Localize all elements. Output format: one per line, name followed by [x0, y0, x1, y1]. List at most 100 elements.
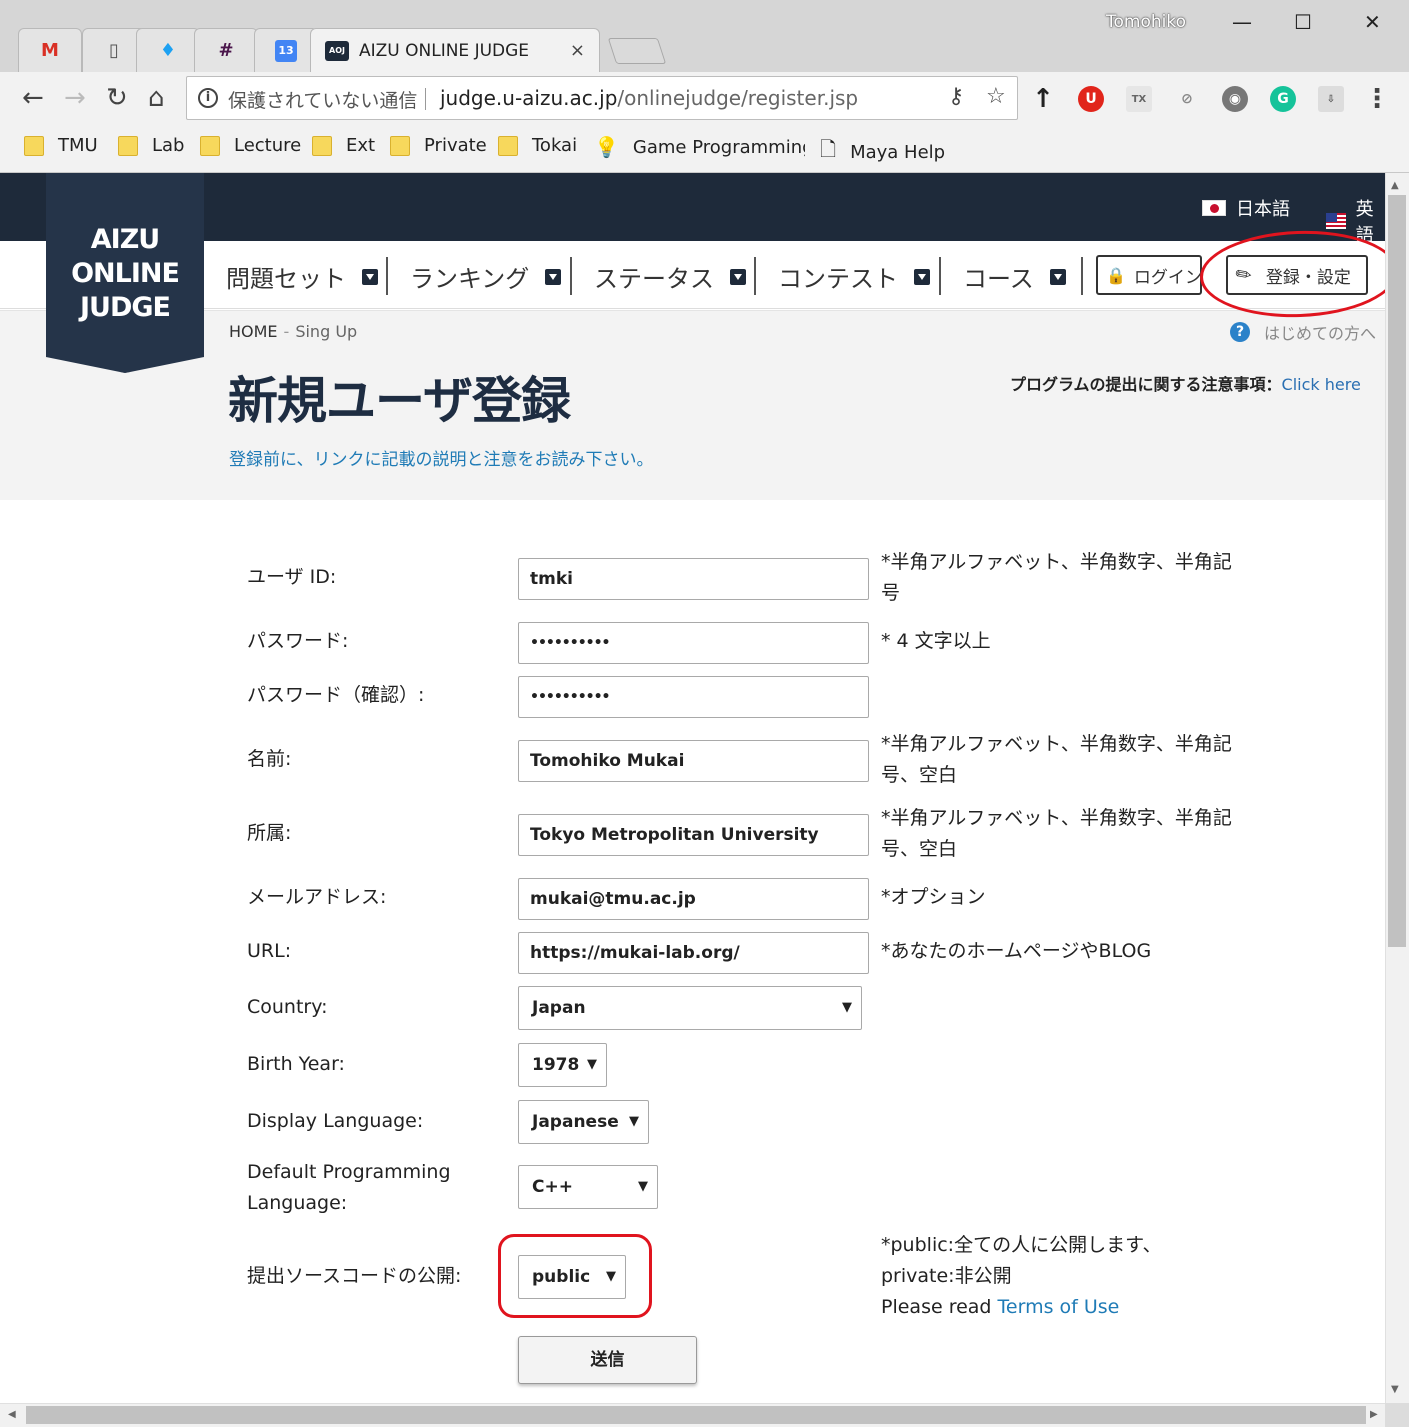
slack-icon: # — [218, 40, 234, 61]
aizu-online-judge-logo[interactable]: AIZU ONLINE JUDGE — [46, 173, 204, 373]
nav-contest[interactable]: コンテスト — [778, 259, 930, 294]
page-title: 新規ユーザ登録 — [228, 372, 571, 430]
beginners-guide-link[interactable]: ? はじめての方へ — [1230, 320, 1376, 344]
birth-year-label: Birth Year: — [247, 1053, 345, 1075]
nav-ranking[interactable]: ランキング — [410, 259, 562, 294]
name-hint: *半角アルファベット、半角数字、半角記号、空白 — [881, 733, 1232, 786]
please-read-text: Please read — [881, 1296, 998, 1318]
country-select[interactable]: Japan ▼ — [518, 986, 862, 1030]
password-input[interactable]: •••••••••• — [518, 622, 869, 664]
tab-close-icon[interactable]: × — [570, 40, 585, 61]
breadcrumb-home-link[interactable]: HOME — [229, 322, 278, 341]
programming-language-select[interactable]: C++ ▼ — [518, 1165, 658, 1209]
home-icon[interactable]: ⌂ — [148, 84, 165, 112]
upload-arrow-icon[interactable]: ↑ — [1030, 84, 1056, 114]
url-path: /onlinejudge/register.jsp — [617, 86, 859, 110]
us-flag-icon — [1326, 213, 1346, 229]
language-japanese-link[interactable]: 日本語 — [1202, 195, 1290, 221]
scroll-left-icon[interactable]: ◀ — [8, 1409, 16, 1420]
grammarly-icon[interactable]: G — [1270, 86, 1296, 112]
download-icon[interactable]: ⇩ — [1318, 86, 1344, 112]
menu-icon[interactable]: ⋮ — [1364, 84, 1390, 114]
dropdown-arrow-icon: ▼ — [587, 1057, 597, 1072]
bookmark-item[interactable]: 💡 Game Programming — [594, 135, 805, 159]
terms-of-use-link[interactable]: Terms of Use — [998, 1296, 1120, 1318]
minimize-icon[interactable]: — — [1232, 10, 1252, 34]
bookmark-item[interactable]: Tokai — [498, 135, 577, 156]
bookmark-item[interactable]: Ext — [312, 135, 375, 156]
url-text[interactable]: judge.u-aizu.ac.jp/onlinejudge/register.… — [440, 86, 858, 110]
url-host: judge.u-aizu.ac.jp — [440, 86, 618, 110]
intro-text[interactable]: 登録前に、リンクに記載の説明と注意をお読み下さい。 — [229, 445, 654, 470]
submit-button[interactable]: 送信 — [518, 1336, 697, 1384]
login-label: ログイン — [1133, 267, 1202, 288]
scroll-up-icon[interactable]: ▲ — [1391, 180, 1399, 191]
aoj-favicon-icon: AOJ — [325, 40, 349, 61]
reload-icon[interactable]: ↻ — [106, 84, 128, 112]
url-input[interactable]: https://mukai-lab.org/ — [518, 932, 869, 974]
close-window-icon[interactable]: ✕ — [1364, 10, 1381, 34]
user-id-input[interactable]: tmki — [518, 558, 869, 600]
logo-line: JUDGE — [80, 292, 171, 323]
bookmark-item[interactable]: Lecture — [200, 135, 301, 156]
birth-year-select[interactable]: 1978 ▼ — [518, 1043, 607, 1087]
password-confirm-input[interactable]: •••••••••• — [518, 676, 869, 718]
nav-status[interactable]: ステータス — [594, 259, 746, 294]
gmail-icon: M — [41, 40, 59, 61]
bookmark-star-icon[interactable]: ☆ — [986, 84, 1006, 109]
email-hint: *オプション — [881, 886, 986, 908]
key-icon[interactable]: ⚷ — [948, 84, 964, 109]
document-icon: ▯ — [109, 40, 119, 61]
nav-label: コンテスト — [778, 265, 898, 293]
beginners-guide-label: はじめての方へ — [1264, 324, 1377, 343]
bookmark-item[interactable]: TMU — [24, 135, 98, 156]
affiliation-label: 所属: — [247, 822, 292, 844]
email-input[interactable]: mukai@tmu.ac.jp — [518, 878, 869, 920]
dropdown-caret-icon — [545, 268, 562, 285]
login-button[interactable]: 🔒 ログイン — [1096, 255, 1202, 295]
tab-aizu-online-judge[interactable]: AOJ AIZU ONLINE JUDGE × — [310, 28, 600, 72]
bookmark-item[interactable]: Private — [390, 135, 487, 156]
vertical-scroll-thumb[interactable] — [1388, 195, 1406, 947]
scroll-down-icon[interactable]: ▼ — [1391, 1384, 1399, 1395]
nav-label: ステータス — [594, 265, 714, 293]
back-icon[interactable]: ← — [22, 84, 44, 112]
folder-icon — [312, 135, 332, 156]
browser-tab[interactable]: 13 — [254, 28, 318, 72]
new-tab-button[interactable] — [607, 38, 667, 64]
nav-label: ランキング — [410, 265, 530, 293]
logo-line: AIZU — [90, 224, 160, 255]
url-divider — [425, 88, 426, 110]
visibility-private-hint: private:非公開 — [881, 1265, 1012, 1287]
maximize-icon[interactable]: ☐ — [1294, 10, 1312, 34]
cast-off-icon[interactable]: ⊘ — [1174, 86, 1200, 112]
profile-name[interactable]: Tomohiko — [1106, 12, 1186, 32]
forward-icon[interactable]: → — [64, 84, 86, 112]
security-status[interactable]: 保護されていない通信 — [228, 86, 417, 113]
browser-tab[interactable]: ♦ — [136, 28, 200, 72]
birth-year-value: 1978 — [532, 1055, 580, 1075]
display-language-select[interactable]: Japanese ▼ — [518, 1100, 649, 1144]
browser-tab[interactable]: M — [18, 28, 82, 72]
bookmark-item[interactable]: 🗋 Maya Help — [820, 135, 945, 169]
dropdown-caret-icon — [914, 268, 930, 285]
browser-tab[interactable]: # — [194, 28, 258, 72]
dropdown-arrow-icon: ▼ — [629, 1114, 639, 1129]
nav-problem-sets[interactable]: 問題セット — [226, 259, 378, 294]
calendar-icon: 13 — [275, 39, 297, 62]
scroll-right-icon[interactable]: ▶ — [1370, 1409, 1378, 1420]
bookmark-item[interactable]: Lab — [118, 135, 184, 156]
folder-icon — [118, 135, 138, 156]
info-icon[interactable]: i — [198, 88, 218, 108]
affiliation-input[interactable]: Tokyo Metropolitan University — [518, 814, 869, 856]
source-visibility-label: 提出ソースコードの公開: — [247, 1265, 462, 1287]
tex-icon[interactable]: TX — [1126, 86, 1152, 112]
horizontal-scroll-thumb[interactable] — [26, 1406, 1366, 1424]
submission-notice-link[interactable]: Click here — [1282, 375, 1361, 394]
name-input[interactable]: Tomohiko Mukai — [518, 740, 869, 782]
password-label: パスワード: — [247, 630, 349, 652]
folder-icon — [200, 135, 220, 156]
film-reel-icon[interactable]: ◉ — [1222, 86, 1248, 112]
ublock-icon[interactable]: U — [1078, 86, 1104, 112]
nav-course[interactable]: コース — [963, 259, 1066, 294]
